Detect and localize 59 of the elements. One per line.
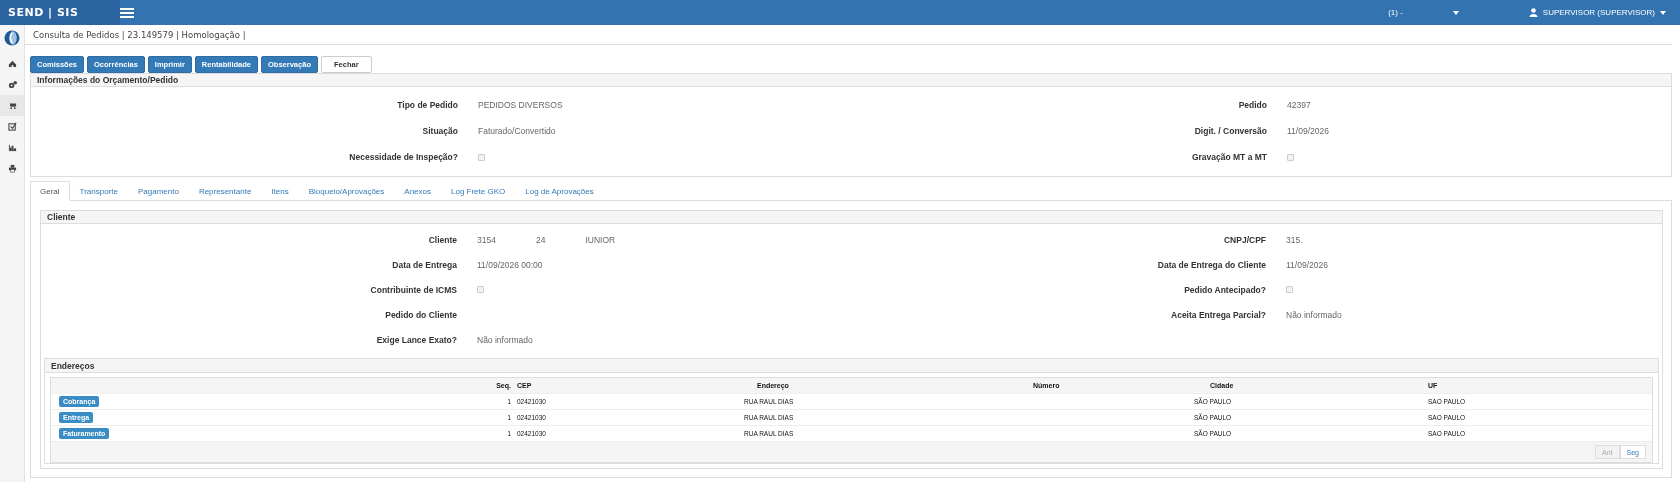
company-selector[interactable]: (1) - [1388, 8, 1403, 17]
tab[interactable]: Geral [30, 181, 70, 201]
field-label: Pedido [1237, 99, 1267, 112]
chart-icon [7, 143, 17, 152]
field-label: CNPJ/CPF [1222, 233, 1266, 247]
field-label: Contribuinte de ICMS [369, 283, 457, 297]
user-menu[interactable]: SUPERVISOR (SUPERVISOR) [1542, 8, 1655, 17]
tab[interactable]: Anexos [394, 181, 441, 201]
tab[interactable]: Representante [188, 181, 262, 201]
app-logo-text: SEND | SIS [0, 0, 120, 25]
caret-icon[interactable] [1660, 10, 1666, 15]
field-label: Pedido Antecipado? [1183, 283, 1266, 297]
tab[interactable]: Log Frete GKO [441, 181, 516, 201]
field-value: 11/09/2026 [1286, 259, 1328, 270]
print-icon [7, 164, 17, 173]
field-value: 24 [535, 234, 546, 245]
checkbox[interactable] [1286, 286, 1293, 293]
tab[interactable]: Log de Aprovações [515, 181, 604, 201]
field-value: 3154 [477, 234, 496, 245]
field-value: Faturado/Convertido [478, 126, 556, 136]
checkbox[interactable] [1287, 153, 1294, 161]
logo-icon [4, 30, 20, 46]
field-value: Não informado [1286, 309, 1342, 320]
field-label: Digit. / Conversão [1193, 125, 1267, 138]
checkbox[interactable] [478, 153, 485, 161]
field-value: PEDIDOS DIVERSOS [478, 100, 563, 110]
field-value: 11/09/2026 00:00 [477, 259, 543, 270]
panel-title: Informações do Orçamento/Pedido [37, 75, 179, 85]
checklist-icon [7, 122, 17, 131]
sidebar-item[interactable] [0, 95, 24, 116]
menu-icon[interactable] [120, 7, 134, 18]
tab[interactable]: Pagamento [127, 181, 189, 201]
tab[interactable]: Itens [261, 181, 299, 201]
field-label: Situação [421, 125, 458, 138]
field-label: Gravação MT a MT [1190, 151, 1267, 164]
panel-title: Endereços [51, 360, 95, 371]
field-label: Data de Entrega do Cliente [1156, 258, 1266, 272]
panel-title: Cliente [47, 212, 76, 222]
field-label: Exige Lance Exato? [375, 333, 457, 347]
checkbox[interactable] [477, 286, 484, 293]
field-label: Cliente [427, 233, 457, 247]
tab[interactable]: Transporte [69, 181, 128, 201]
field-label: Aceita Entrega Parcial? [1170, 308, 1266, 322]
field-value: 315. [1286, 234, 1303, 245]
caret-icon[interactable] [1452, 10, 1459, 15]
tab[interactable]: Bloqueio/Aprovações [298, 181, 395, 201]
user-icon[interactable] [1528, 8, 1538, 17]
field-value: 42397 [1287, 100, 1311, 110]
field-label: Tipo de Pedido [396, 99, 458, 112]
settings-icon [7, 80, 17, 89]
cart-icon [7, 101, 17, 110]
field-label: Necessidade de Inspeção? [348, 151, 458, 164]
field-label: Data de Entrega [391, 258, 457, 272]
field-value: 11/09/2026 [1287, 126, 1329, 136]
home-icon [7, 59, 17, 68]
field-value: IUNIOR [585, 234, 616, 245]
page-title: Consulta de Pedidos | 23.149579 | Homologação | [33, 29, 246, 40]
field-value: Não informado [477, 334, 533, 345]
field-label: Pedido do Cliente [384, 308, 457, 322]
